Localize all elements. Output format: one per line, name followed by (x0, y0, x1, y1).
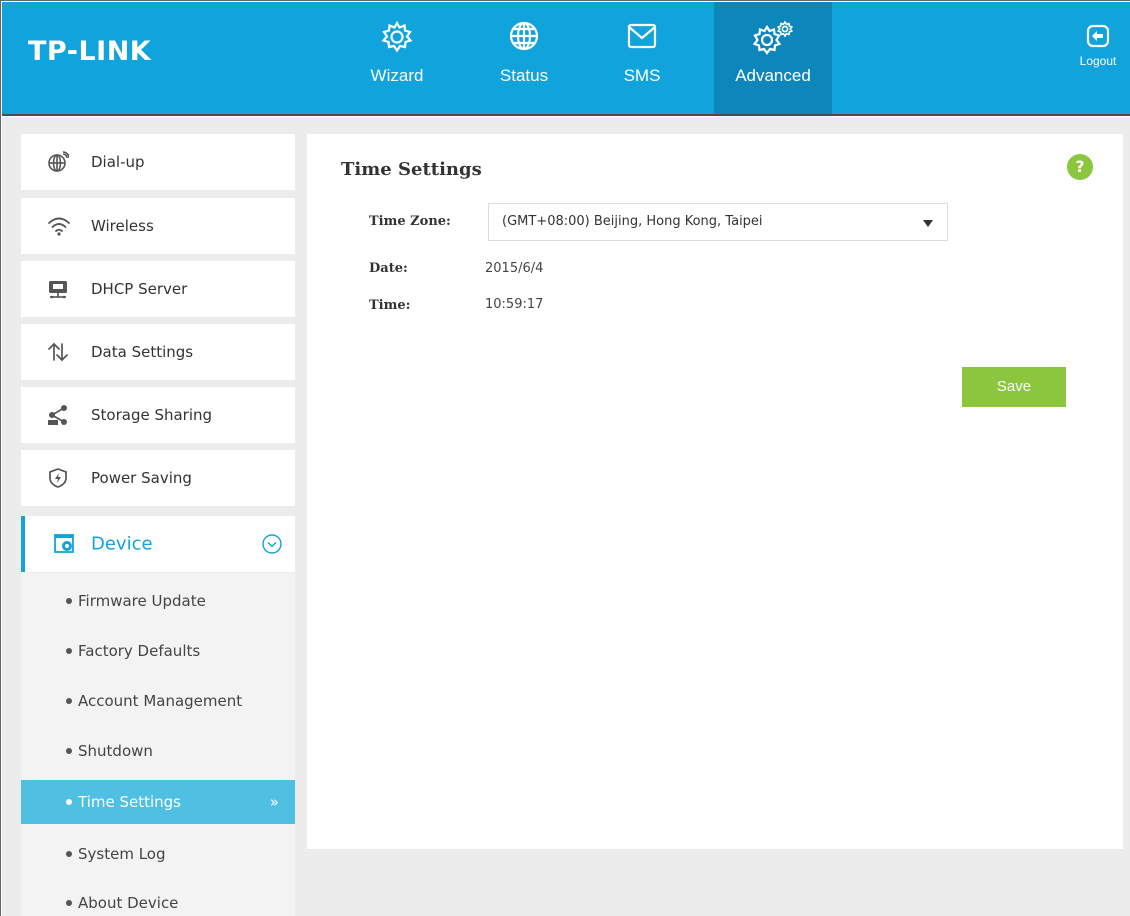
submenu-item-factory-defaults[interactable]: Factory Defaults (21, 629, 295, 673)
gears-icon (750, 20, 796, 60)
save-button[interactable]: Save (962, 367, 1066, 407)
globe-icon (508, 20, 540, 56)
envelope-icon (626, 20, 658, 56)
sidebar-item-label: Power Saving (91, 469, 192, 487)
sidebar-item-label: Device (91, 533, 153, 555)
help-icon[interactable]: ? (1067, 154, 1093, 180)
logout-button[interactable]: Logout (1071, 24, 1125, 68)
time-settings-panel: Time Settings ? Time Zone: (GMT+08:00) B… (307, 134, 1123, 849)
bullet-icon (66, 799, 72, 805)
sidebar-item-label: Dial-up (91, 153, 145, 171)
sidebar-item-label: Data Settings (91, 343, 194, 361)
nav-status-label: Status (499, 66, 549, 85)
submenu-item-shutdown[interactable]: Shutdown (21, 729, 295, 773)
submenu-item-time-settings[interactable]: Time Settings » (21, 780, 295, 824)
top-header: TP-LINK Wizard Status SMS Advanced Logou… (2, 2, 1130, 116)
device-submenu: Firmware Update Factory Defaults Account… (21, 573, 295, 916)
app-frame: TP-LINK Wizard Status SMS Advanced Logou… (0, 0, 1130, 916)
time-zone-label: Time Zone: (369, 214, 451, 229)
nav-sms-label: SMS (623, 66, 661, 85)
bullet-icon (66, 598, 72, 604)
bullet-icon (66, 698, 72, 704)
time-zone-select[interactable]: (GMT+08:00) Beijing, Hong Kong, Taipei (488, 203, 948, 241)
nav-sms[interactable]: SMS (602, 2, 682, 114)
logout-icon (1071, 24, 1125, 52)
submenu-item-label: Account Management (78, 692, 243, 710)
logout-label: Logout (1079, 54, 1117, 68)
submenu-item-label: Time Settings (78, 793, 182, 811)
power-shield-icon (47, 467, 69, 489)
nav-advanced-label: Advanced (735, 66, 811, 85)
date-label: Date: (369, 261, 408, 276)
double-chevron-right-icon: » (269, 793, 279, 811)
submenu-item-account-management[interactable]: Account Management (21, 679, 295, 723)
submenu-item-label: Factory Defaults (78, 642, 201, 660)
nav-status[interactable]: Status (474, 2, 574, 114)
sidebar-item-storage-sharing[interactable]: Storage Sharing (21, 387, 295, 443)
time-value: 10:59:17 (485, 297, 544, 312)
submenu-item-label: System Log (78, 845, 166, 863)
bullet-icon (66, 900, 72, 906)
sidebar-item-power-saving[interactable]: Power Saving (21, 450, 295, 506)
server-icon (47, 278, 69, 300)
sidebar-item-data-settings[interactable]: Data Settings (21, 324, 295, 380)
submenu-item-label: Shutdown (78, 742, 153, 760)
sidebar-item-device[interactable]: Device (21, 516, 295, 572)
device-settings-icon (53, 533, 75, 555)
bullet-icon (66, 851, 72, 857)
wifi-icon (47, 215, 70, 237)
nav-advanced[interactable]: Advanced (714, 2, 832, 114)
up-down-arrows-icon (47, 341, 69, 363)
submenu-item-firmware-update[interactable]: Firmware Update (21, 579, 295, 623)
dropdown-caret-icon (923, 220, 933, 227)
sidebar-item-label: Wireless (91, 217, 154, 235)
bullet-icon (66, 748, 72, 754)
submenu-item-system-log[interactable]: System Log (21, 832, 295, 876)
nav-wizard-label: Wizard (370, 66, 424, 85)
sidebar-item-dial-up[interactable]: Dial-up (21, 134, 295, 190)
globe-icon (47, 151, 70, 173)
date-value: 2015/6/4 (485, 261, 544, 276)
time-zone-value: (GMT+08:00) Beijing, Hong Kong, Taipei (502, 214, 763, 229)
sidebar-item-label: Storage Sharing (91, 406, 213, 424)
sidebar-item-dhcp-server[interactable]: DHCP Server (21, 261, 295, 317)
submenu-item-about-device[interactable]: About Device (21, 881, 295, 916)
submenu-item-label: About Device (78, 894, 179, 912)
submenu-item-label: Firmware Update (78, 592, 206, 610)
tp-link-logo: TP-LINK (28, 36, 152, 67)
page-title: Time Settings (341, 159, 482, 180)
gear-icon (380, 20, 414, 58)
sidebar-item-wireless[interactable]: Wireless (21, 198, 295, 254)
share-icon (47, 404, 69, 426)
sidebar-item-label: DHCP Server (91, 280, 188, 298)
time-label: Time: (369, 298, 411, 313)
nav-wizard[interactable]: Wizard (352, 2, 442, 114)
chevron-down-icon[interactable] (261, 533, 283, 555)
bullet-icon (66, 648, 72, 654)
